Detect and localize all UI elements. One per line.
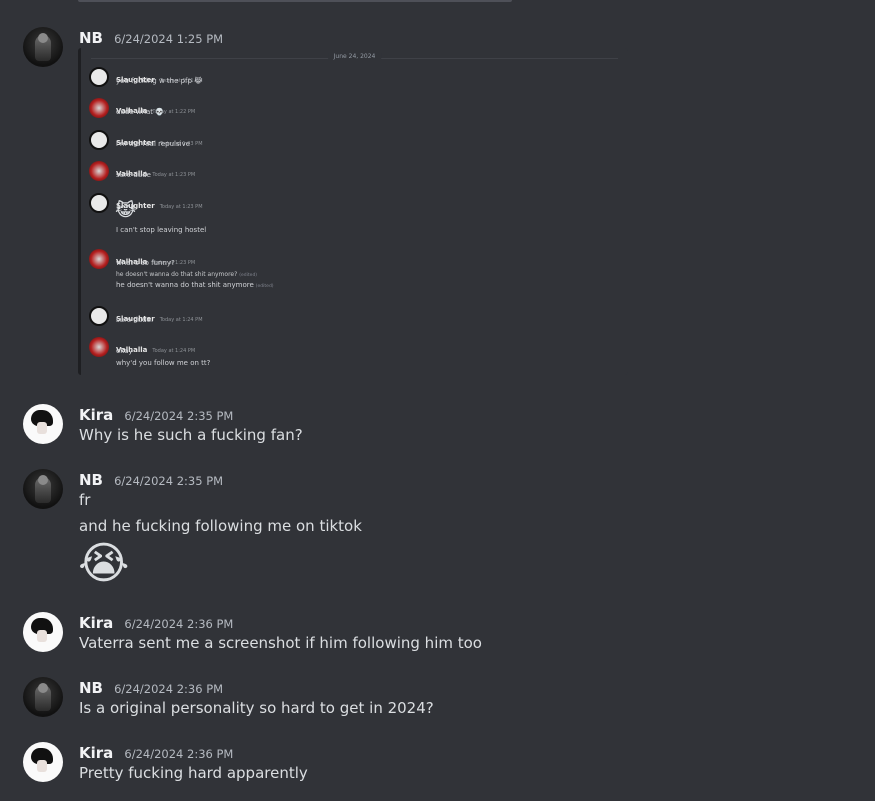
avatar bbox=[89, 67, 109, 87]
message-header: NB 6/24/2024 2:36 PM bbox=[79, 678, 223, 697]
username[interactable]: NB bbox=[79, 471, 103, 489]
avatar[interactable] bbox=[23, 677, 63, 717]
avatar bbox=[89, 130, 109, 150]
message-header: NB 6/24/2024 1:25 PM bbox=[79, 28, 223, 47]
avatar bbox=[89, 98, 109, 118]
message-header: Kira 6/24/2024 2:36 PM bbox=[79, 613, 233, 632]
avatar bbox=[89, 249, 109, 269]
username[interactable]: Kira bbox=[79, 406, 113, 424]
previous-attachment-edge bbox=[78, 0, 512, 2]
avatar[interactable] bbox=[23, 27, 63, 67]
date-divider: June 24, 2024 bbox=[91, 53, 618, 60]
username[interactable]: NB bbox=[79, 679, 103, 697]
avatar[interactable] bbox=[23, 612, 63, 652]
avatar bbox=[89, 306, 109, 326]
emoji: 😹 bbox=[115, 200, 137, 221]
message-text: Vaterra sent me a screenshot if him foll… bbox=[79, 634, 482, 652]
message-text: Is a original personality so hard to get… bbox=[79, 699, 434, 717]
timestamp: 6/24/2024 1:25 PM bbox=[114, 32, 224, 46]
emoji: 😭 bbox=[78, 538, 130, 589]
message-header: NB 6/24/2024 2:35 PM bbox=[79, 470, 223, 489]
attached-screenshot[interactable]: June 24, 2024 Slaughter Today at 1:21 PM … bbox=[78, 48, 628, 375]
avatar bbox=[89, 337, 109, 357]
avatar[interactable] bbox=[23, 742, 63, 782]
avatar bbox=[89, 193, 109, 213]
timestamp: 6/24/2024 2:36 PM bbox=[124, 747, 234, 761]
username[interactable]: NB bbox=[79, 29, 103, 47]
avatar[interactable] bbox=[23, 469, 63, 509]
timestamp: 6/24/2024 2:35 PM bbox=[124, 409, 234, 423]
message-header: Kira 6/24/2024 2:35 PM bbox=[79, 405, 233, 424]
message-text: fr bbox=[79, 491, 91, 509]
message-text: Why is he such a fucking fan? bbox=[79, 426, 303, 444]
timestamp: 6/24/2024 2:36 PM bbox=[114, 682, 224, 696]
username[interactable]: Kira bbox=[79, 614, 113, 632]
message-header: Kira 6/24/2024 2:36 PM bbox=[79, 743, 233, 762]
avatar bbox=[89, 161, 109, 181]
timestamp: 6/24/2024 2:35 PM bbox=[114, 474, 224, 488]
message-text: Pretty fucking hard apparently bbox=[79, 764, 308, 782]
username[interactable]: Kira bbox=[79, 744, 113, 762]
avatar[interactable] bbox=[23, 404, 63, 444]
timestamp: 6/24/2024 2:36 PM bbox=[124, 617, 234, 631]
message-text: and he fucking following me on tiktok bbox=[79, 517, 362, 535]
